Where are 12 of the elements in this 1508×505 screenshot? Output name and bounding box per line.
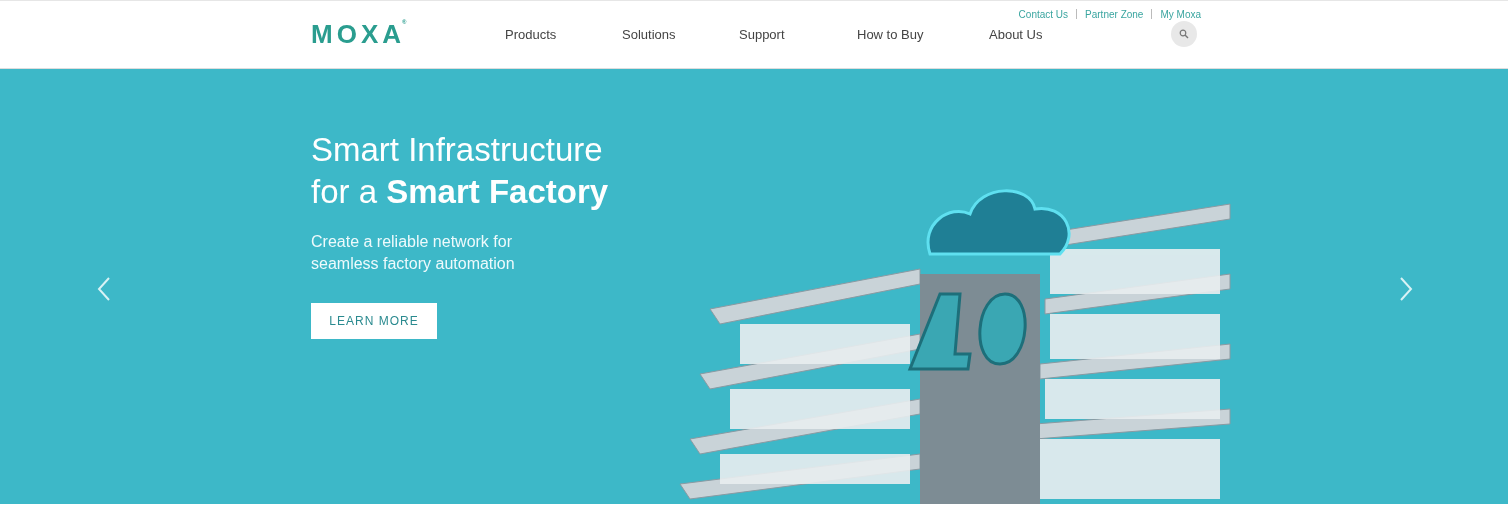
nav-link[interactable]: How to Buy [857, 26, 989, 42]
hero-subtitle: Create a reliable network for seamless factory automation [311, 232, 516, 274]
hero-title: Smart Infrastructure [311, 130, 604, 170]
nav-link[interactable]: Solutions [622, 26, 739, 42]
nav-link[interactable]: Support [739, 26, 857, 42]
search-button[interactable] [1171, 21, 1197, 47]
learn-more-button[interactable]: LEARN MORE [311, 303, 437, 339]
moxa-logo[interactable]: MOXA$^{®}$ [311, 18, 505, 50]
nav-link[interactable]: Products [505, 26, 622, 42]
search-icon [1179, 29, 1189, 39]
nav-link[interactable]: About Us [989, 26, 1106, 42]
hero-title: for a Smart Factory [311, 172, 610, 212]
